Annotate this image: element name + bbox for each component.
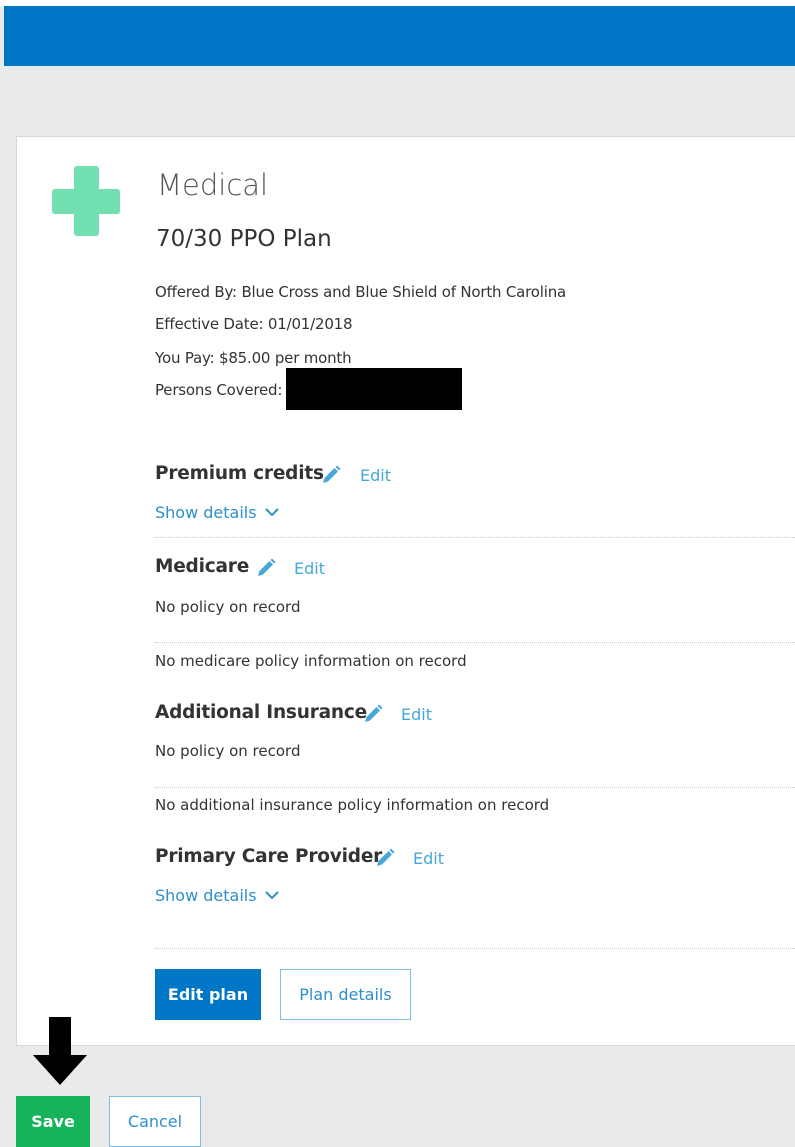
persons-covered: Persons Covered: xyxy=(155,381,283,399)
pencil-icon[interactable] xyxy=(321,465,341,485)
divider xyxy=(155,787,795,788)
premium-credits-edit-link[interactable]: Edit xyxy=(360,466,391,485)
divider xyxy=(155,642,795,643)
plan-details-button[interactable]: Plan details xyxy=(280,969,411,1020)
you-pay: You Pay: $85.00 per month xyxy=(155,349,352,367)
chevron-down-icon xyxy=(264,508,279,516)
effective-date: Effective Date: 01/01/2018 xyxy=(155,315,353,333)
primary-care-provider-edit-link[interactable]: Edit xyxy=(413,849,444,868)
arrow-down-icon xyxy=(33,1017,87,1085)
premium-credits-show-details[interactable]: Show details xyxy=(155,503,279,522)
cancel-button[interactable]: Cancel xyxy=(109,1096,201,1147)
plan-category: Medical xyxy=(157,168,269,202)
primary-care-provider-show-details[interactable]: Show details xyxy=(155,886,279,905)
additional-insurance-note: No additional insurance policy informati… xyxy=(155,796,550,814)
medicare-status: No policy on record xyxy=(155,598,301,616)
header-bar xyxy=(4,6,795,66)
additional-insurance-edit-link[interactable]: Edit xyxy=(401,705,432,724)
plan-card xyxy=(16,136,795,1046)
medicare-note: No medicare policy information on record xyxy=(155,652,467,670)
pencil-icon[interactable] xyxy=(256,558,276,578)
additional-insurance-status: No policy on record xyxy=(155,742,301,760)
plan-name: 70/30 PPO Plan xyxy=(156,226,332,252)
divider xyxy=(155,948,795,949)
additional-insurance-title: Additional Insurance xyxy=(155,702,368,723)
pencil-icon[interactable] xyxy=(375,848,395,868)
redaction-box xyxy=(286,368,462,410)
medicare-title: Medicare xyxy=(155,556,250,577)
show-details-label: Show details xyxy=(155,503,257,522)
premium-credits-title: Premium credits xyxy=(155,463,324,484)
pencil-icon[interactable] xyxy=(363,704,383,724)
medicare-edit-link[interactable]: Edit xyxy=(294,559,325,578)
plus-icon xyxy=(52,166,120,236)
chevron-down-icon xyxy=(264,891,279,899)
offered-by: Offered By: Blue Cross and Blue Shield o… xyxy=(155,283,566,301)
save-button[interactable]: Save xyxy=(16,1096,90,1147)
edit-plan-button[interactable]: Edit plan xyxy=(155,969,261,1020)
show-details-label: Show details xyxy=(155,886,257,905)
primary-care-provider-title: Primary Care Provider xyxy=(155,846,383,867)
divider xyxy=(155,537,795,538)
